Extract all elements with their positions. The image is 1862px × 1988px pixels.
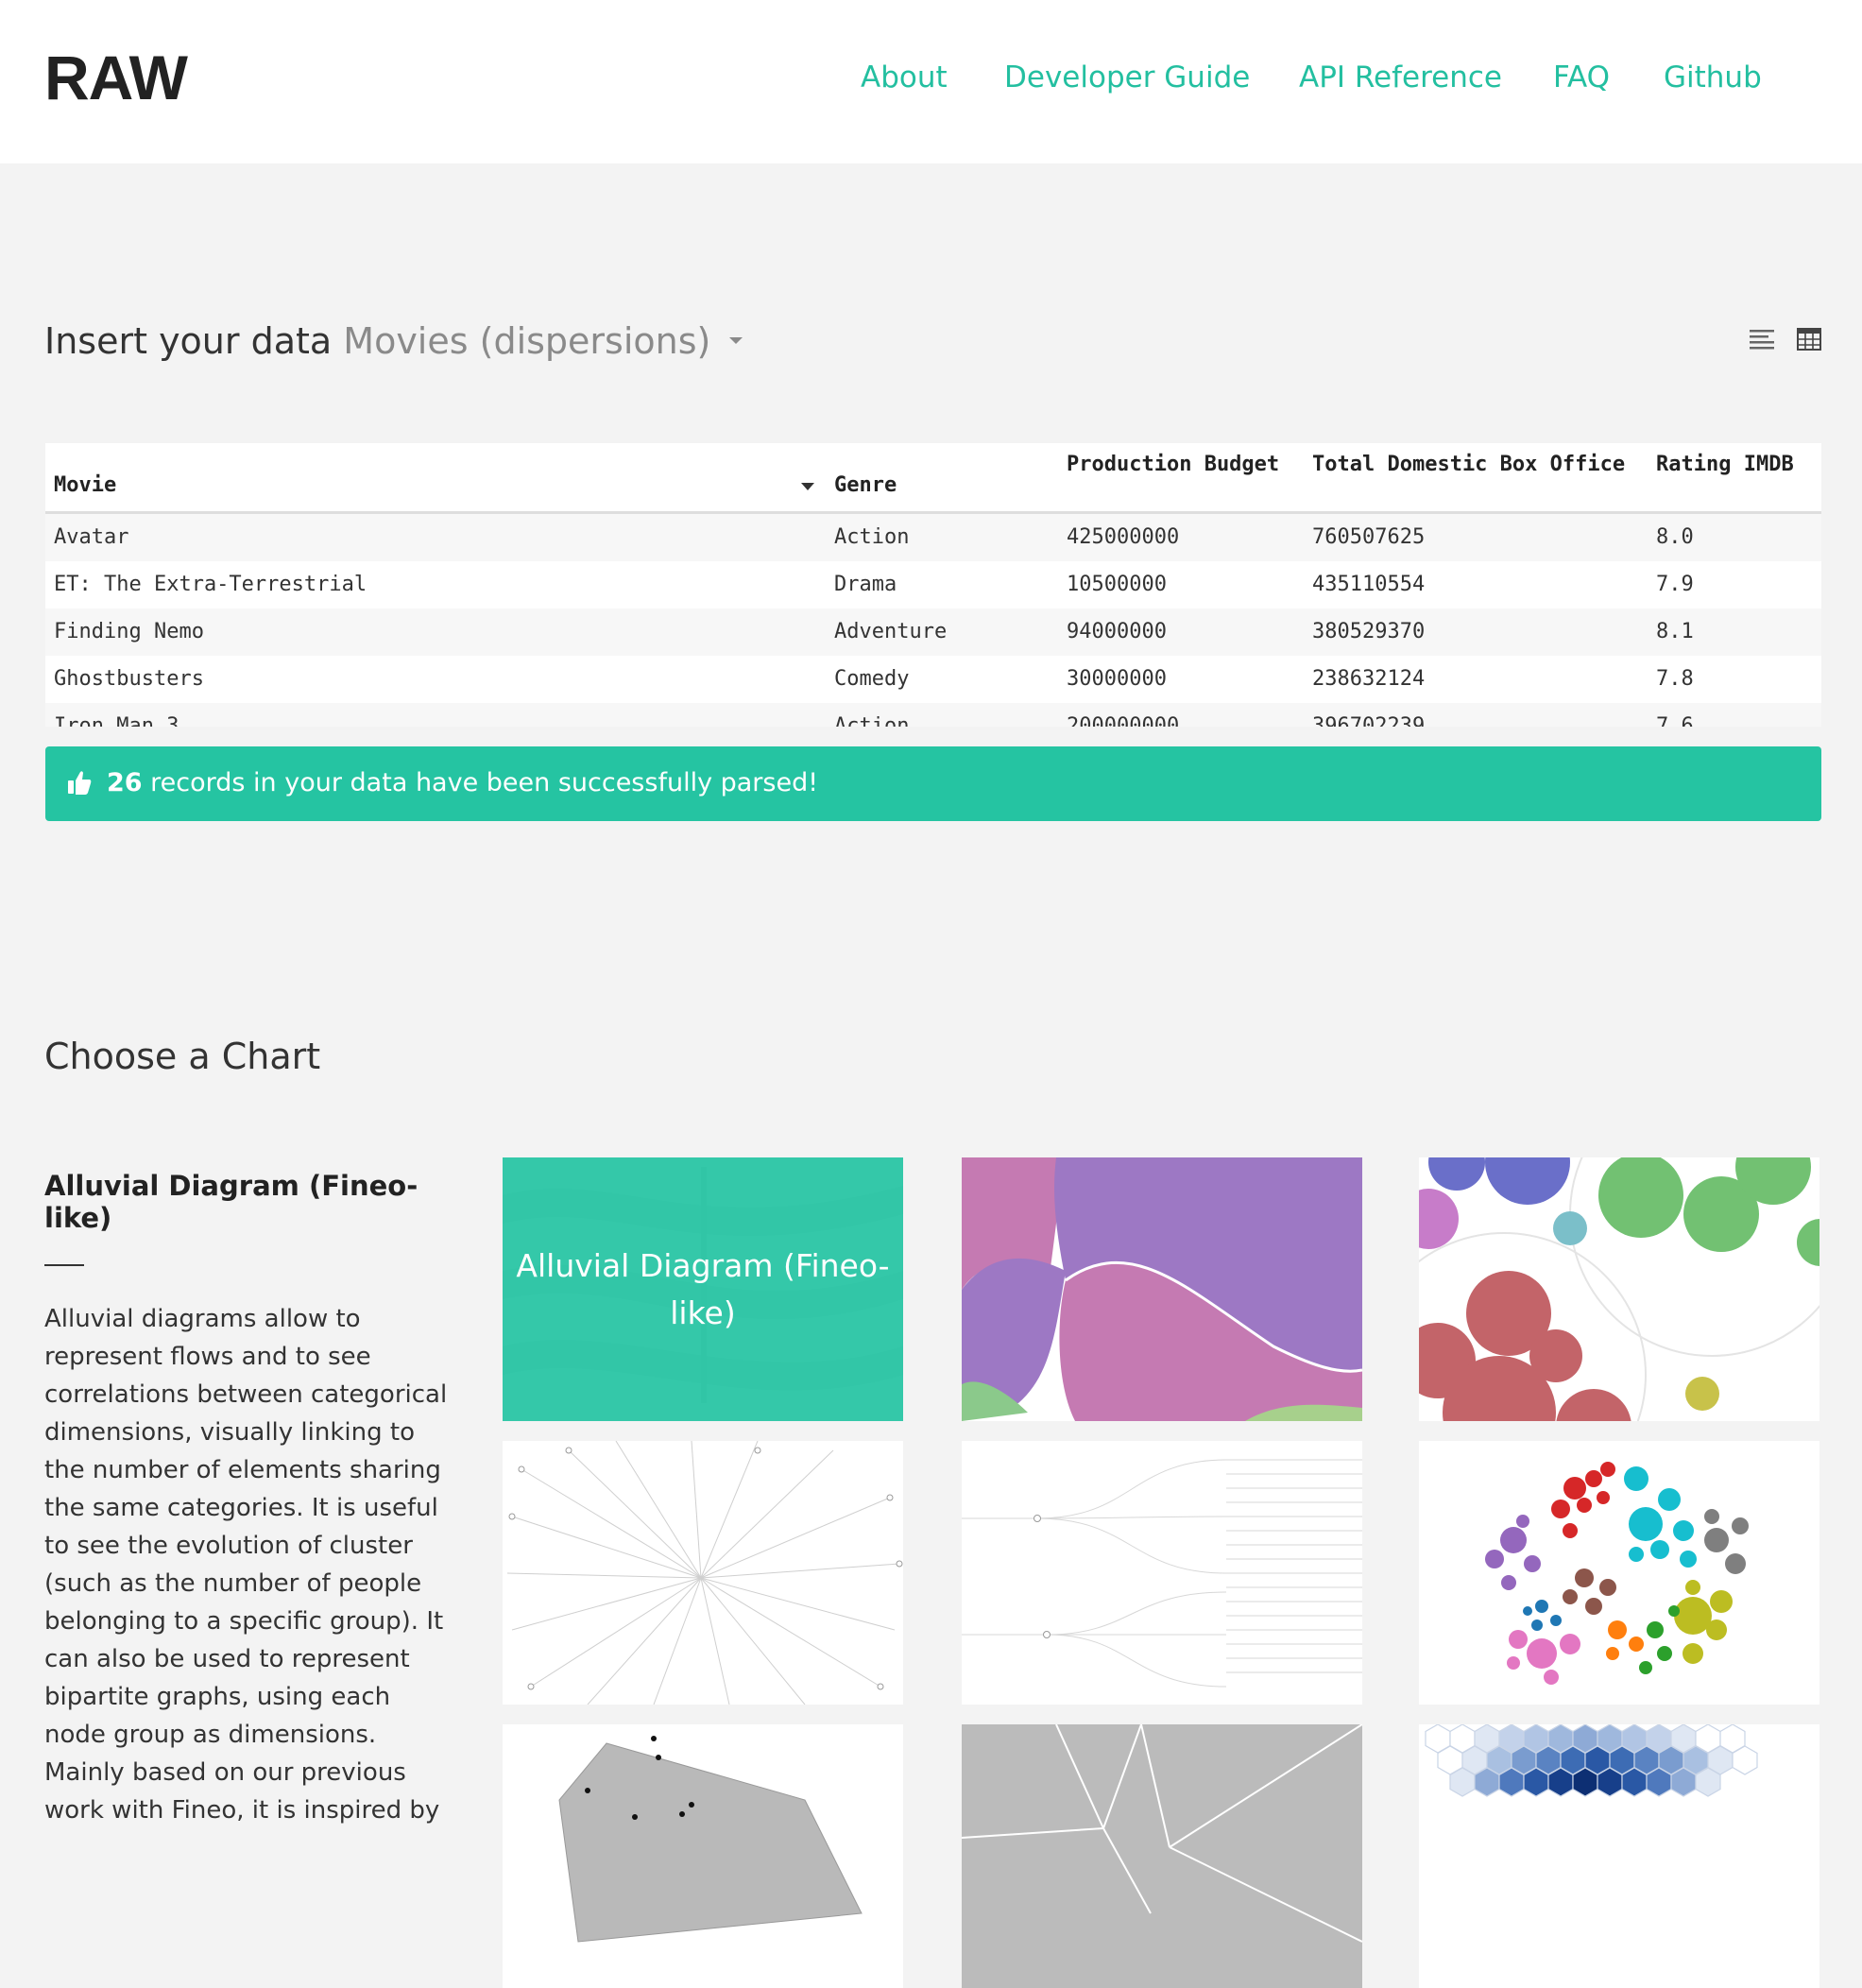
table-row[interactable]: Iron Man 3 Action 200000000 396702239 7.…	[45, 703, 1821, 727]
table-row[interactable]: ET: The Extra-Terrestrial Drama 10500000…	[45, 561, 1821, 608]
cell-budget: 425000000	[1067, 525, 1180, 549]
column-header-rating[interactable]: Rating IMDB	[1656, 452, 1794, 478]
tile-hover-overlay[interactable]: Alluvial Diagram (Fineo-like)	[503, 1157, 903, 1421]
bubble-thumbnail	[1419, 1157, 1819, 1421]
cell-box-office: 380529370	[1312, 620, 1426, 643]
column-header-movie[interactable]: Movie	[54, 472, 116, 499]
insert-data-title: Insert your data	[44, 320, 333, 362]
table-row[interactable]: Avatar Action 425000000 760507625 8.0	[45, 514, 1821, 561]
chart-tile-hexbin[interactable]	[1419, 1724, 1819, 1988]
voronoi-thumbnail	[962, 1724, 1362, 1988]
sort-desc-icon[interactable]	[801, 483, 814, 492]
selected-chart-title: Alluvial Diagram (Fineo-like)	[44, 1170, 419, 1234]
dataset-name[interactable]: Movies (dispersions)	[343, 320, 710, 362]
cell-genre: Comedy	[834, 667, 910, 691]
logo[interactable]: RAW	[44, 40, 188, 115]
tile-label[interactable]: Alluvial Diagram (Fineo-like)	[503, 1242, 903, 1337]
streamgraph-thumbnail	[962, 1157, 1362, 1421]
cell-movie: Finding Nemo	[54, 620, 204, 643]
cell-movie: Iron Man 3	[54, 714, 179, 727]
nav-api-reference[interactable]: API Reference	[1299, 57, 1502, 98]
dendrogram-thumbnail	[962, 1441, 1362, 1705]
cell-budget: 200000000	[1067, 714, 1180, 727]
cell-box-office: 396702239	[1312, 714, 1426, 727]
chart-tile-dendrogram[interactable]	[962, 1441, 1362, 1705]
selected-chart-description: Alluvial diagrams allow to represent flo…	[44, 1305, 448, 1825]
cell-movie: Avatar	[54, 525, 129, 549]
cell-budget: 94000000	[1067, 620, 1167, 643]
chart-tile-bubble[interactable]	[1419, 1157, 1819, 1421]
parse-success-alert: 26 records in your data have been succes…	[45, 746, 1821, 821]
top-bar: RAW About Developer Guide API Reference …	[0, 0, 1862, 163]
chevron-down-icon[interactable]	[729, 337, 743, 344]
cell-movie: Ghostbusters	[54, 667, 204, 691]
nav-about[interactable]: About	[861, 57, 948, 98]
parse-success-text: records in your data have been successfu…	[142, 768, 819, 797]
table-row[interactable]: Ghostbusters Comedy 30000000 238632124 7…	[45, 656, 1821, 703]
cell-genre: Action	[834, 525, 910, 549]
nav-faq[interactable]: FAQ	[1553, 57, 1610, 98]
hexbin-thumbnail	[1419, 1724, 1819, 1988]
chart-tile-circle-packing[interactable]	[1419, 1441, 1819, 1705]
chart-tile-voronoi[interactable]	[962, 1724, 1362, 1988]
convex-hull-thumbnail	[503, 1724, 903, 1988]
cell-rating: 7.8	[1656, 667, 1694, 691]
table-view-icon[interactable]	[1796, 327, 1822, 351]
cell-budget: 30000000	[1067, 667, 1167, 691]
choose-chart-heading: Choose a Chart	[44, 1036, 321, 1077]
dataset-dropdown[interactable]: Movies (dispersions)	[343, 320, 743, 362]
cell-box-office: 760507625	[1312, 525, 1426, 549]
nav-developer-guide[interactable]: Developer Guide	[1004, 57, 1250, 98]
column-header-production-budget[interactable]: Production Budget	[1067, 452, 1279, 478]
column-header-box-office[interactable]: Total Domestic Box Office	[1312, 452, 1625, 478]
insert-data-heading: Insert your data Movies (dispersions)	[44, 317, 743, 365]
cell-budget: 10500000	[1067, 573, 1167, 596]
cell-rating: 8.0	[1656, 525, 1694, 549]
cell-box-office: 435110554	[1312, 573, 1426, 596]
nav-github[interactable]: Github	[1664, 57, 1762, 98]
cell-movie: ET: The Extra-Terrestrial	[54, 573, 367, 596]
cell-rating: 7.6	[1656, 714, 1694, 727]
cell-rating: 8.1	[1656, 620, 1694, 643]
chart-tile-convex-hull[interactable]	[503, 1724, 903, 1988]
cell-rating: 7.9	[1656, 573, 1694, 596]
chart-tile-radial-dendrogram[interactable]	[503, 1441, 903, 1705]
data-table[interactable]: Movie Genre Production Budget Total Dome…	[45, 443, 1821, 727]
radial-dendrogram-thumbnail	[503, 1441, 903, 1705]
record-count: 26	[107, 768, 143, 797]
text-view-icon[interactable]	[1749, 327, 1775, 351]
thumbs-up-icon	[68, 771, 92, 795]
title-divider	[44, 1264, 84, 1266]
chart-tile-streamgraph[interactable]	[962, 1157, 1362, 1421]
cell-genre: Action	[834, 714, 910, 727]
parse-success-message: 26 records in your data have been succes…	[107, 765, 818, 801]
table-row[interactable]: Finding Nemo Adventure 94000000 38052937…	[45, 608, 1821, 656]
cell-genre: Drama	[834, 573, 897, 596]
column-header-genre[interactable]: Genre	[834, 472, 897, 499]
cell-box-office: 238632124	[1312, 667, 1426, 691]
chart-tile-alluvial[interactable]: Alluvial Diagram (Fineo-like)	[503, 1157, 903, 1421]
cell-genre: Adventure	[834, 620, 948, 643]
circle-packing-thumbnail	[1419, 1441, 1819, 1705]
